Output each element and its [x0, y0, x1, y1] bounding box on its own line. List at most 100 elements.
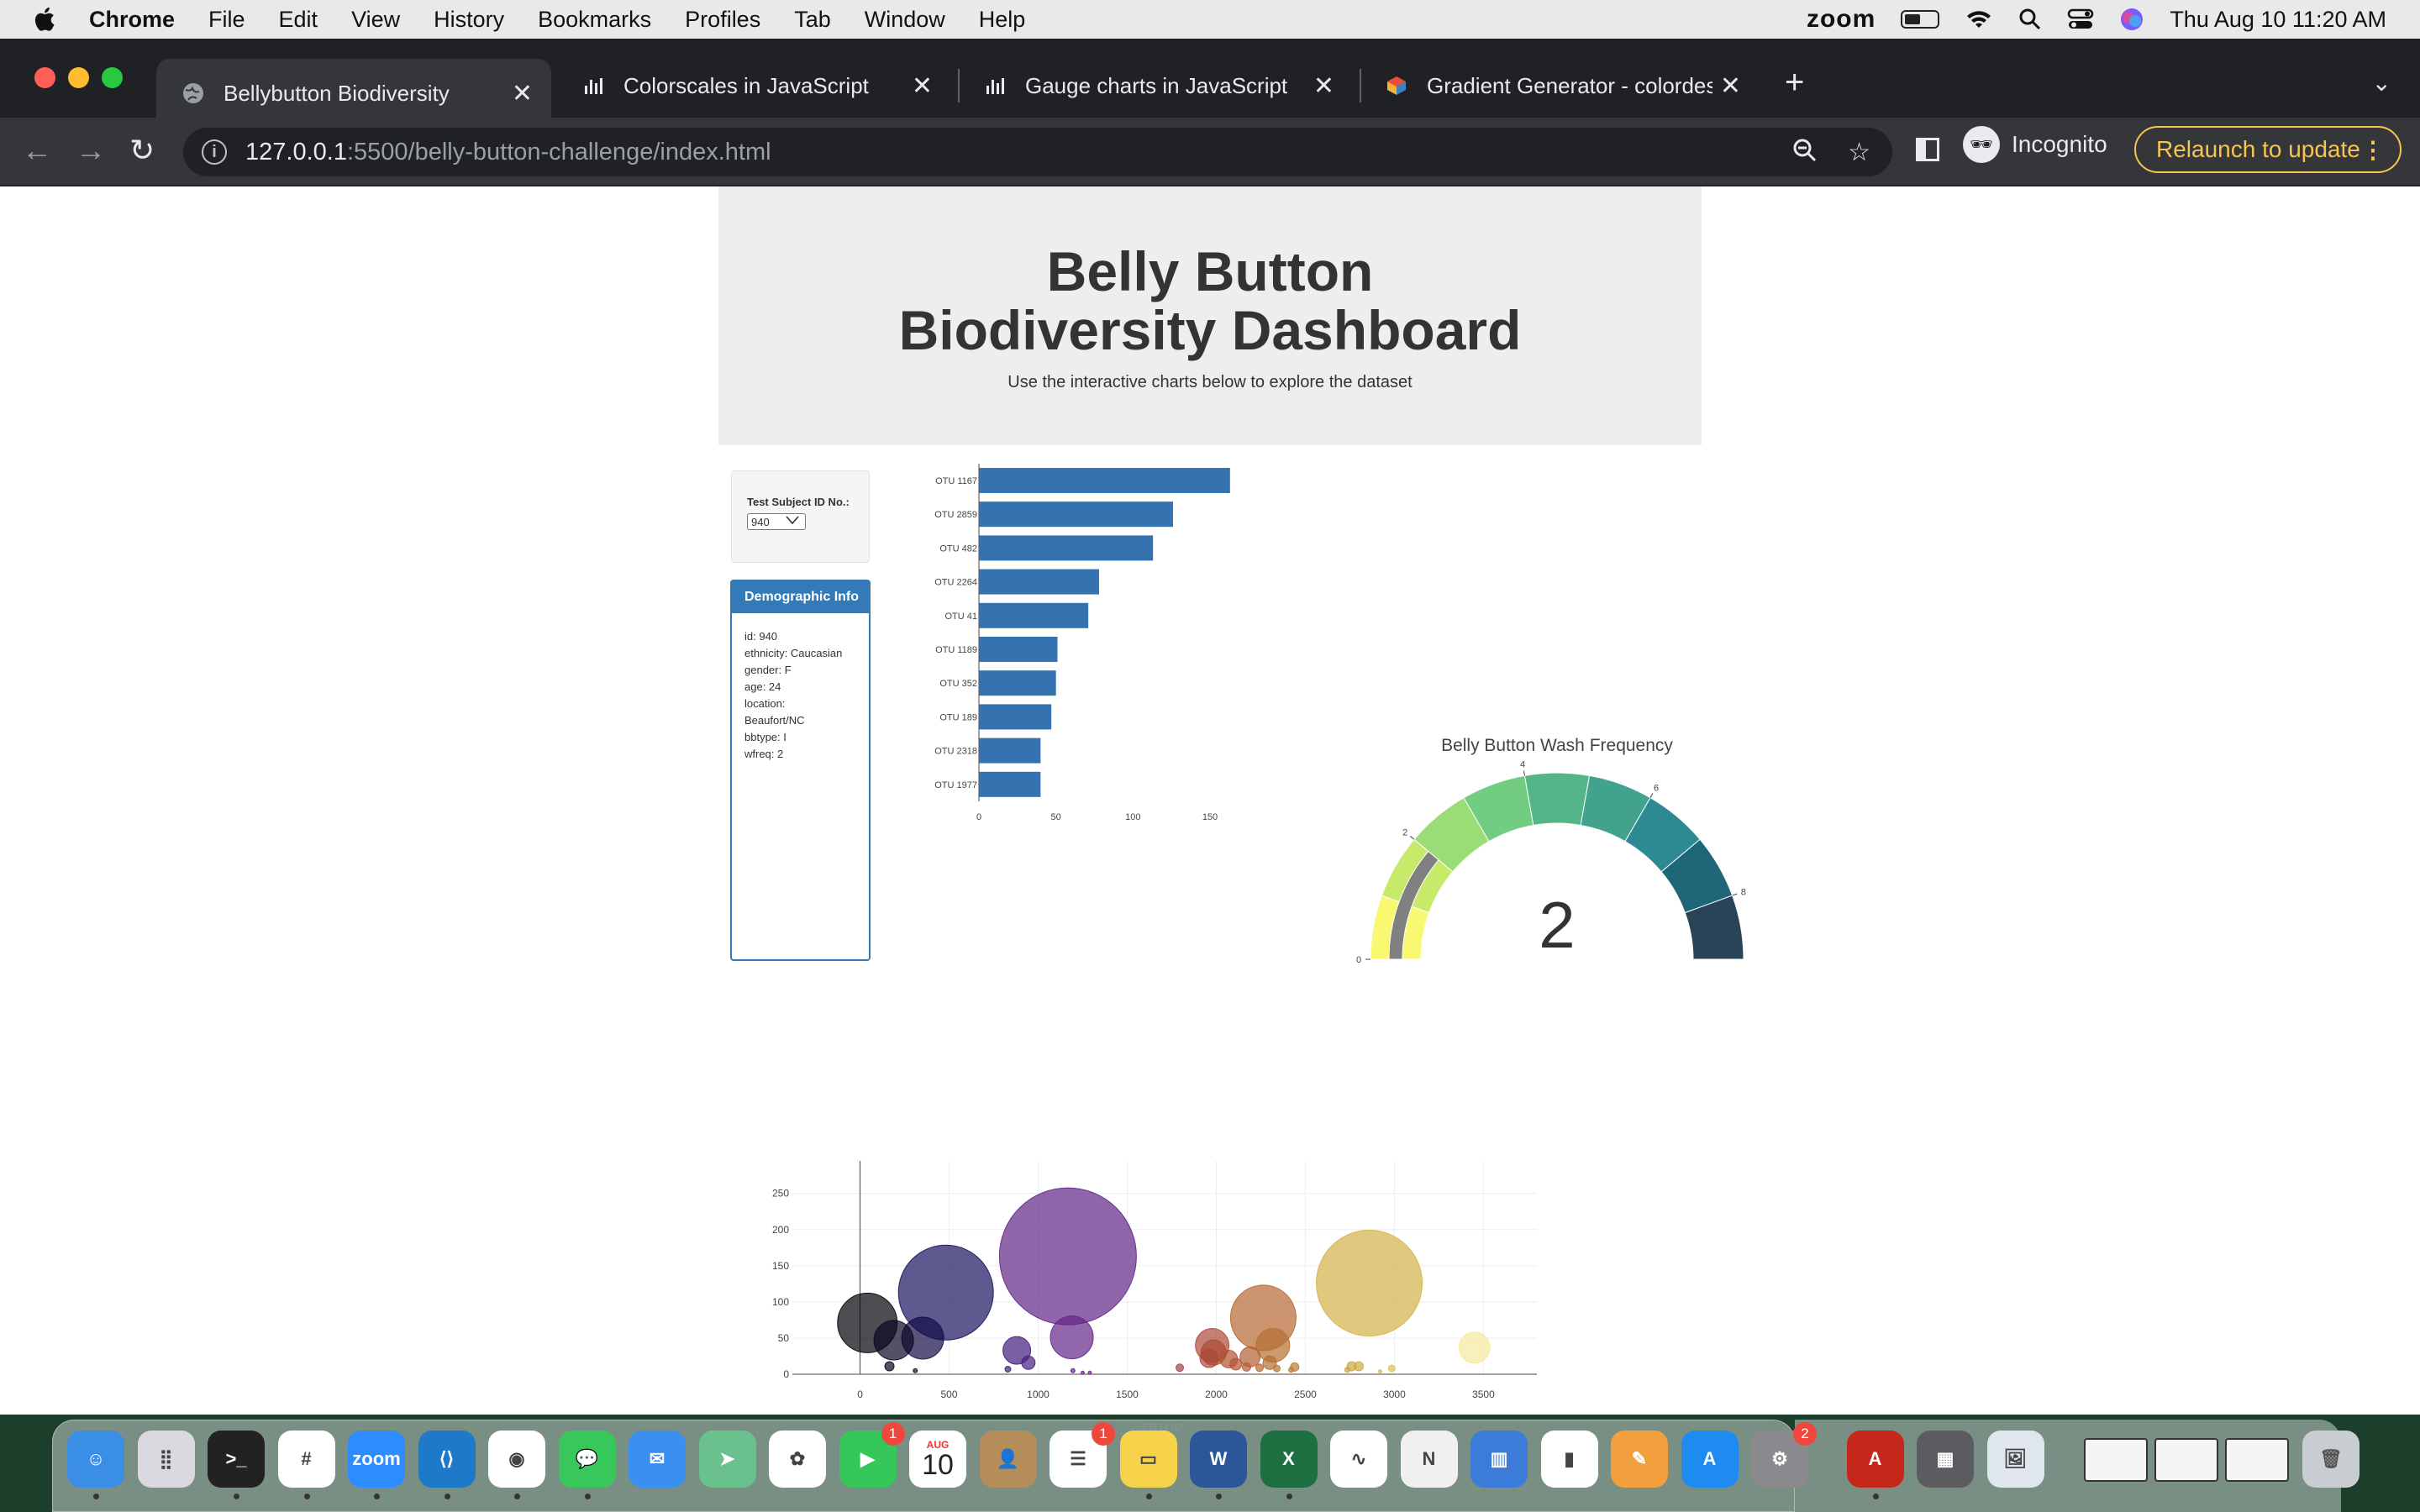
otu-bubble-chart[interactable]: 0 500 1000 1500 2000 2500 3000 3500 0 50 100 150 200…	[756, 1127, 1647, 1463]
close-tab-icon[interactable]: ✕	[512, 79, 533, 108]
minimized-window-thumbnail[interactable]	[2225, 1438, 2289, 1482]
tab-gauge-charts[interactable]: Gauge charts in JavaScript ✕	[958, 59, 1353, 113]
dock-vs-code-icon[interactable]: ⟨⟩	[418, 1431, 476, 1488]
y-tick-label: 0	[783, 1368, 789, 1380]
relaunch-button[interactable]: Relaunch to update ⋮	[2134, 126, 2402, 173]
top10-bar-chart[interactable]: OTU 1167 OTU 2859 OTU 482 OTU 2264 OTU 41 OTU…	[916, 464, 1319, 1018]
dock-finder-icon[interactable]: ☺	[67, 1431, 124, 1488]
more-menu-icon[interactable]: ⋮	[2361, 136, 2385, 164]
dock-excel-icon[interactable]: X	[1260, 1431, 1318, 1488]
menu-bar: Chrome File Edit View History Bookmarks …	[0, 0, 2420, 39]
dock-notes-icon[interactable]: ▭	[1119, 1431, 1177, 1488]
demo-line: gender: F	[744, 664, 792, 676]
bar-tick-label: OTU 1189	[935, 645, 977, 655]
trash-icon[interactable]: 🗑	[2302, 1431, 2360, 1488]
y-tick-label: 150	[772, 1260, 789, 1272]
apple-icon[interactable]	[30, 4, 60, 34]
siri-icon[interactable]	[2119, 7, 2144, 32]
bar-tick-label: OTU 482	[939, 543, 977, 554]
tab-gradient-generator[interactable]: Gradient Generator - colordesi ✕	[1360, 59, 1760, 113]
menu-edit[interactable]: Edit	[279, 7, 318, 33]
dock-system-settings-icon[interactable]: ⚙ 2	[1751, 1422, 1817, 1488]
close-tab-icon[interactable]: ✕	[1313, 71, 1334, 101]
dock-numbers-icon[interactable]: ▮	[1540, 1431, 1598, 1488]
control-center-icon[interactable]	[2067, 8, 2094, 31]
dock-preview-icon[interactable]: 🖼	[1986, 1431, 2044, 1488]
subject-select-well: Test Subject ID No.: 940	[731, 470, 870, 563]
chevron-down-icon[interactable]: ⌄	[2372, 69, 2391, 97]
dock-news-icon[interactable]: N	[1400, 1431, 1458, 1488]
dock-reminders-icon[interactable]: ☰ 1	[1050, 1422, 1115, 1488]
bookmark-star-icon[interactable]: ☆	[1848, 138, 1870, 167]
minimized-window-thumbnail[interactable]	[2154, 1438, 2218, 1482]
close-window-button[interactable]	[34, 67, 55, 88]
menu-window[interactable]: Window	[865, 7, 945, 33]
bar	[979, 670, 1056, 696]
dock-launchpad-icon[interactable]: ⣿	[137, 1431, 195, 1488]
site-info-icon[interactable]: i	[202, 139, 227, 165]
wifi-icon[interactable]	[1965, 8, 1993, 31]
wash-frequency-gauge[interactable]: Belly Button Wash Frequency 0 2 4 6 8 2	[1344, 539, 1781, 993]
side-panel-icon[interactable]	[1916, 138, 1939, 161]
dock-terminal-icon[interactable]: >_	[208, 1431, 265, 1488]
address-bar[interactable]: i 127.0.0.1:5500/belly-button-challenge/…	[183, 128, 1892, 176]
maximize-window-button[interactable]	[102, 67, 123, 88]
menu-help[interactable]: Help	[979, 7, 1026, 33]
dock-mail-icon[interactable]: ✉	[629, 1431, 686, 1488]
x-tick-label: 2000	[1205, 1389, 1228, 1400]
minimized-window-thumbnail[interactable]	[2084, 1438, 2148, 1482]
zoom-out-icon[interactable]	[1792, 138, 1818, 163]
subject-id-select[interactable]: 940	[747, 513, 806, 530]
dock-facetime-icon[interactable]: ▶ 1	[839, 1422, 905, 1488]
search-icon[interactable]	[2018, 8, 2042, 31]
bubble	[913, 1368, 918, 1373]
bubble	[1080, 1370, 1085, 1375]
menu-history[interactable]: History	[434, 7, 504, 33]
running-indicator	[1286, 1494, 1292, 1499]
back-icon[interactable]: ←	[22, 133, 52, 168]
menu-view[interactable]: View	[351, 7, 400, 33]
dock-app-store-icon[interactable]: A	[1681, 1431, 1739, 1488]
running-indicator	[444, 1494, 450, 1499]
forward-icon[interactable]: →	[76, 133, 106, 168]
url-host: 127.0.0.1	[245, 138, 347, 165]
dock-messages-icon[interactable]: 💬	[558, 1431, 616, 1488]
close-tab-icon[interactable]: ✕	[1720, 71, 1741, 101]
tab-colorscales[interactable]: Colorscales in JavaScript ✕	[556, 59, 951, 113]
tab-title: Colorscales in JavaScript	[623, 72, 869, 98]
bar	[979, 501, 1173, 528]
dock-calculator-icon[interactable]: ▦	[1917, 1431, 1974, 1488]
dock-acrobat-icon[interactable]: A	[1846, 1431, 1904, 1488]
dock-zoom-icon[interactable]: zoom	[348, 1431, 405, 1488]
reload-icon[interactable]: ↻	[129, 133, 155, 168]
gauge-tick-label: 8	[1741, 887, 1746, 897]
dock-maps-icon[interactable]: ➤	[698, 1431, 756, 1488]
dock-freeform-icon[interactable]: ∿	[1330, 1431, 1387, 1488]
dock-word-icon[interactable]: W	[1190, 1431, 1247, 1488]
dock-slack-icon[interactable]: #	[277, 1431, 335, 1488]
zoom-status-item[interactable]: zoom	[1807, 5, 1876, 34]
dock-chrome-icon[interactable]: ◉	[488, 1431, 545, 1488]
dock-photos-icon[interactable]: ✿	[769, 1431, 826, 1488]
dock-pages-icon[interactable]: ✎	[1611, 1431, 1668, 1488]
menu-tab[interactable]: Tab	[794, 7, 831, 33]
profile-label: Incognito	[2012, 131, 2107, 157]
menu-bookmarks[interactable]: Bookmarks	[538, 7, 651, 33]
gauge-tick	[1410, 836, 1415, 840]
relaunch-label: Relaunch to update	[2156, 136, 2360, 162]
menu-profiles[interactable]: Profiles	[685, 7, 760, 33]
bubble	[1050, 1315, 1094, 1360]
new-tab-icon[interactable]: +	[1785, 64, 1804, 102]
menu-app-name[interactable]: Chrome	[89, 7, 175, 33]
clock[interactable]: Thu Aug 10 11:20 AM	[2170, 7, 2386, 33]
battery-icon[interactable]	[1901, 10, 1940, 29]
menu-file[interactable]: File	[208, 7, 245, 33]
profile-button[interactable]: 🕶 Incognito	[1963, 126, 2107, 163]
dock-keynote-icon[interactable]: ▥	[1470, 1431, 1528, 1488]
dock-calendar-icon[interactable]: AUG 10	[909, 1431, 966, 1488]
running-indicator	[93, 1494, 99, 1499]
minimize-window-button[interactable]	[68, 67, 89, 88]
dock-contacts-icon[interactable]: 👤	[979, 1431, 1037, 1488]
bar	[979, 704, 1052, 730]
close-tab-icon[interactable]: ✕	[912, 71, 933, 101]
